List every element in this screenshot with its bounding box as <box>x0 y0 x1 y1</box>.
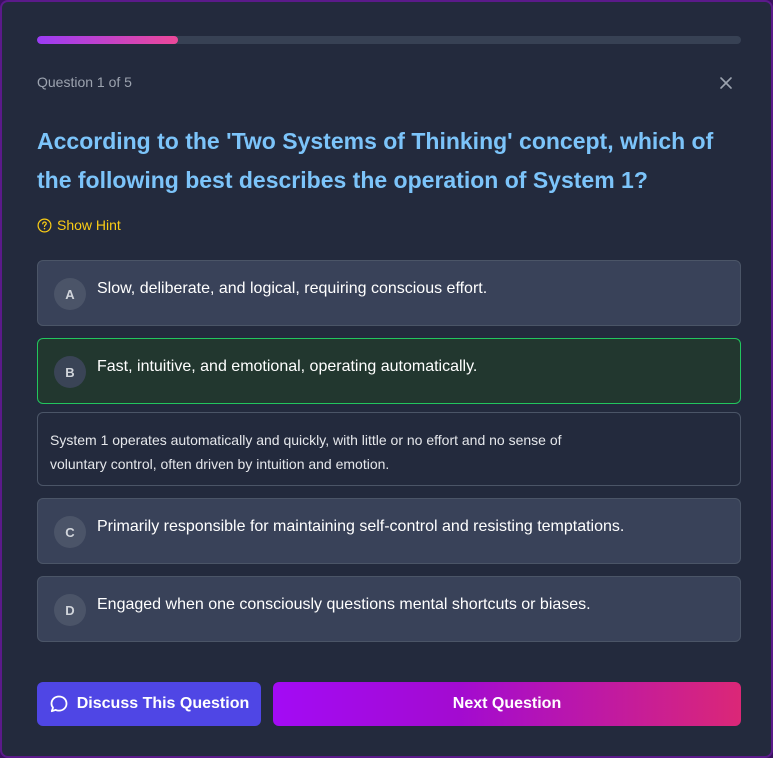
chat-bubble-icon <box>50 695 68 713</box>
option-letter: C <box>54 516 86 548</box>
option-text: Slow, deliberate, and logical, requiring… <box>97 280 488 297</box>
close-button[interactable] <box>716 73 736 93</box>
option-d[interactable]: D Engaged when one consciously questions… <box>37 576 741 642</box>
option-a[interactable]: A Slow, deliberate, and logical, requiri… <box>37 260 741 326</box>
option-c[interactable]: C Primarily responsible for maintaining … <box>37 498 741 564</box>
question-text: According to the 'Two Systems of Thinkin… <box>37 128 714 193</box>
progress-fill <box>37 36 178 44</box>
option-letter: D <box>54 594 86 626</box>
show-hint-label: Show Hint <box>57 217 121 233</box>
discuss-question-button[interactable]: Discuss This Question <box>37 682 261 726</box>
option-text: Primarily responsible for maintaining se… <box>97 518 625 535</box>
next-question-label: Next Question <box>452 695 562 712</box>
option-text: Engaged when one consciously questions m… <box>97 596 591 613</box>
option-letter: A <box>54 278 86 310</box>
show-hint-button[interactable]: Show Hint <box>37 217 121 233</box>
quiz-card: Question 1 of 5 According to the 'Two Sy… <box>0 0 773 758</box>
close-icon <box>720 77 732 89</box>
option-letter: B <box>54 356 86 388</box>
question-circle-icon <box>37 218 52 232</box>
option-text: Fast, intuitive, and emotional, operatin… <box>97 358 478 375</box>
option-b[interactable]: B Fast, intuitive, and emotional, operat… <box>37 338 741 404</box>
discuss-question-label: Discuss This Question <box>76 695 250 712</box>
next-question-button[interactable]: Next Question <box>273 682 741 726</box>
progress-bar <box>37 36 741 44</box>
answer-explanation: System 1 operates automatically and quic… <box>37 412 741 486</box>
question-counter: Question 1 of 5 <box>37 74 132 90</box>
